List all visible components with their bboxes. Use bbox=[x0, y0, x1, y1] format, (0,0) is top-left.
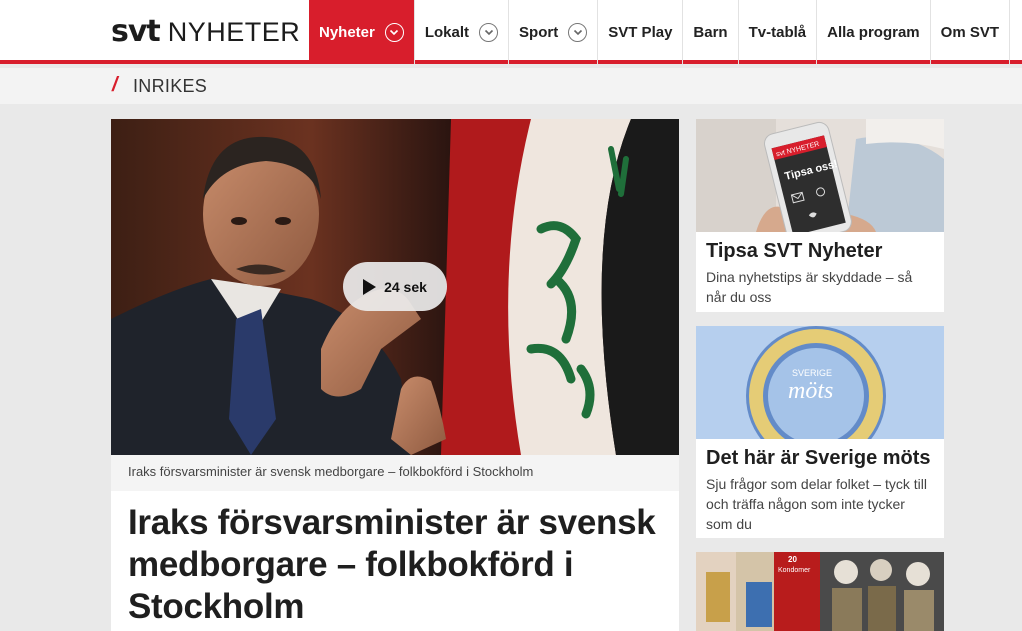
chevron-down-icon[interactable] bbox=[479, 22, 499, 42]
section-slash-mark: / bbox=[112, 74, 118, 96]
logo-nyheter-text: NYHETER bbox=[167, 17, 301, 47]
article-headline[interactable]: Iraks försvarsminister är svensk medborg… bbox=[128, 502, 668, 628]
nav-item-nyheter[interactable]: Nyheter bbox=[309, 0, 414, 64]
nav-item-label: Alla program bbox=[827, 23, 920, 41]
play-icon bbox=[363, 278, 377, 295]
sidebar-card-third[interactable]: 20 Kondomer bbox=[696, 552, 944, 631]
sidebar-card-text: Dina nyhetstips är skyddade – så når du … bbox=[706, 269, 913, 305]
nav-item-sport[interactable]: Sport bbox=[508, 0, 597, 64]
section-title[interactable]: INRIKES bbox=[133, 76, 207, 97]
svt-nyheter-logo[interactable]: svt NYHETER bbox=[111, 14, 301, 49]
chevron-down-icon[interactable] bbox=[568, 22, 588, 42]
nav-item-svt-play[interactable]: SVT Play bbox=[597, 0, 682, 64]
nav-item-label: Lokalt bbox=[424, 23, 470, 41]
logo-top-text: SVERIGE bbox=[792, 368, 832, 378]
chevron-down-icon[interactable] bbox=[384, 22, 404, 42]
package-number: 20 bbox=[788, 555, 797, 564]
package-label: Kondomer bbox=[778, 567, 811, 574]
sidebar-card-title[interactable]: Det här är Sverige möts bbox=[696, 439, 944, 470]
nav-item-label: Sport bbox=[519, 23, 559, 41]
nav-item-label: Om SVT bbox=[940, 23, 1000, 41]
sverige-mots-image: SVERIGE möts bbox=[696, 326, 944, 439]
video-duration: 24 sek bbox=[384, 278, 427, 295]
nav-item-om-svt[interactable]: Om SVT bbox=[929, 0, 1011, 64]
nav-item-label: Tv-tablå bbox=[748, 23, 807, 41]
sidebar-card-tipsa[interactable]: svt NYHETER Tipsa oss! Tipsa SVT Nyheter… bbox=[696, 119, 944, 312]
logo-bottom-text: möts bbox=[788, 378, 833, 404]
logo-svt-text: svt bbox=[111, 14, 161, 49]
top-bar: svt NYHETER Nyheter Lokalt Sport SVT Pla… bbox=[0, 0, 1022, 64]
main-article-card[interactable]: 24 sek Iraks försvarsminister är svensk … bbox=[111, 119, 679, 631]
nav-item-barn[interactable]: Barn bbox=[682, 0, 737, 64]
section-bar: / INRIKES bbox=[0, 68, 1022, 104]
nav-item-tv-tabla[interactable]: Tv-tablå bbox=[737, 0, 817, 64]
third-card-image: 20 Kondomer bbox=[696, 552, 944, 631]
sidebar-card-sverige-mots[interactable]: SVERIGE möts Det här är Sverige möts Sju… bbox=[696, 326, 944, 538]
article-hero-image[interactable]: 24 sek bbox=[111, 119, 679, 455]
nav-item-label: Barn bbox=[693, 23, 728, 41]
video-play-button[interactable]: 24 sek bbox=[343, 262, 447, 311]
nav-item-label: Nyheter bbox=[319, 23, 375, 41]
nav-item-alla-program[interactable]: Alla program bbox=[816, 0, 930, 64]
sidebar-card-text: Sju frågor som delar folket – tyck till … bbox=[706, 476, 927, 532]
image-caption: Iraks försvarsminister är svensk medborg… bbox=[111, 455, 679, 491]
tipsa-image: svt NYHETER Tipsa oss! bbox=[696, 119, 944, 232]
nav-item-label: SVT Play bbox=[608, 23, 673, 41]
nav-item-lokalt[interactable]: Lokalt bbox=[413, 0, 508, 64]
main-navigation: Nyheter Lokalt Sport SVT Play Barn Tv-ta… bbox=[309, 0, 1011, 64]
sidebar-card-title[interactable]: Tipsa SVT Nyheter bbox=[696, 232, 944, 263]
